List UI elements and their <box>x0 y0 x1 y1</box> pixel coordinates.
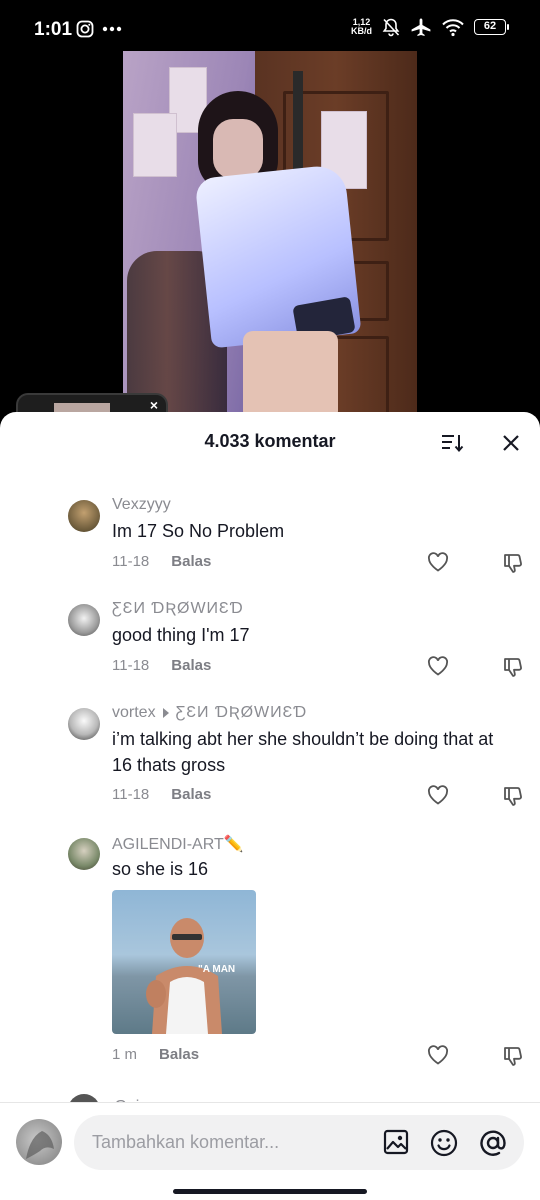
bell-off-icon <box>382 18 400 37</box>
sort-icon[interactable] <box>440 432 464 454</box>
comment-username[interactable]: vortex <box>112 704 156 722</box>
thumbs-down-icon[interactable] <box>502 656 524 678</box>
comment-text: so she is 16 <box>112 859 209 879</box>
comment-gif-image[interactable]: "A MAN <box>112 890 256 1034</box>
video-player[interactable] <box>123 51 417 417</box>
avatar[interactable] <box>68 838 100 870</box>
thumbs-down-icon[interactable] <box>502 785 524 807</box>
image-icon[interactable] <box>382 1128 410 1156</box>
comment-date: 11-18 <box>112 657 150 674</box>
comment-input-bar: Tambahkan komentar... <box>0 1102 540 1200</box>
comment-date: 11-18 <box>112 553 150 570</box>
heart-icon[interactable] <box>427 785 449 805</box>
comment-username[interactable]: ƸƐИ ƊƦØWИƐƊ <box>112 600 244 618</box>
thumbs-down-icon[interactable] <box>502 552 524 574</box>
heart-icon[interactable] <box>427 656 449 676</box>
person-legs <box>243 331 338 417</box>
comment-meta: 11-18 Balas <box>112 786 211 803</box>
heart-icon[interactable] <box>427 552 449 572</box>
avatar[interactable] <box>68 604 100 636</box>
reply-arrow-icon <box>162 708 169 718</box>
poster <box>133 113 177 177</box>
thumbs-down-icon[interactable] <box>502 1045 524 1067</box>
reply-button[interactable]: Balas <box>159 1046 199 1063</box>
home-indicator[interactable] <box>173 1189 367 1194</box>
comment-username[interactable]: AGILENDI-ART✏️ <box>112 834 244 854</box>
comment-meta: 1 m Balas <box>112 1046 199 1063</box>
netspeed: 1,12 KB/d <box>351 18 372 36</box>
airplane-icon <box>411 18 431 36</box>
comments-sheet: 4.033 komentar Vexzyyy Im 17 So No Probl… <box>0 412 540 1200</box>
comment-meta: 11-18 Balas <box>112 553 211 570</box>
comment-input-placeholder: Tambahkan komentar... <box>92 1132 280 1152</box>
more-dots-icon <box>102 26 122 32</box>
avatar[interactable] <box>68 708 100 740</box>
instagram-icon <box>76 20 94 38</box>
netspeed-unit: KB/d <box>351 26 372 36</box>
comment-meta: 11-18 Balas <box>112 657 211 674</box>
person-face <box>213 119 263 179</box>
comment-text: i’m talking abt her she shouldn’t be doi… <box>112 729 494 775</box>
reply-to-username[interactable]: ƸƐИ ƊƦØWИƐƊ <box>176 704 308 722</box>
gif-caption: "A MAN <box>198 964 236 975</box>
battery-indicator: 62 <box>474 19 509 35</box>
screen: 1:01 1,12 KB/d 62 × 4.033 komentar Vexzy… <box>0 0 540 1200</box>
avatar-art <box>26 1131 54 1159</box>
status-left-icons <box>76 20 122 38</box>
comment-username-row: vortex ƸƐИ ƊƦØWИƐƊ <box>112 704 307 722</box>
comments-header: 4.033 komentar <box>0 412 540 472</box>
my-avatar <box>16 1119 62 1165</box>
comment-text: Im 17 So No Problem <box>112 521 285 541</box>
comment-input[interactable]: Tambahkan komentar... <box>74 1115 524 1170</box>
comment-date: 11-18 <box>112 786 150 803</box>
reply-button[interactable]: Balas <box>171 786 211 803</box>
reply-button[interactable]: Balas <box>171 553 211 570</box>
status-right: 1,12 KB/d 62 <box>351 17 509 37</box>
pip-close-icon[interactable]: × <box>150 397 158 413</box>
heart-icon[interactable] <box>427 1045 449 1065</box>
close-icon[interactable] <box>500 432 522 454</box>
comment-date: 1 m <box>112 1046 138 1063</box>
avatar[interactable] <box>68 500 100 532</box>
man-figure <box>146 918 222 1034</box>
comment-text: good thing I'm 17 <box>112 625 250 645</box>
reply-button[interactable]: Balas <box>171 657 211 674</box>
comment-username[interactable]: Vexzyyy <box>112 496 171 514</box>
status-time: 1:01 <box>34 19 73 40</box>
emoji-icon[interactable] <box>429 1128 459 1158</box>
mention-icon[interactable] <box>478 1128 508 1158</box>
wifi-icon <box>442 19 464 37</box>
